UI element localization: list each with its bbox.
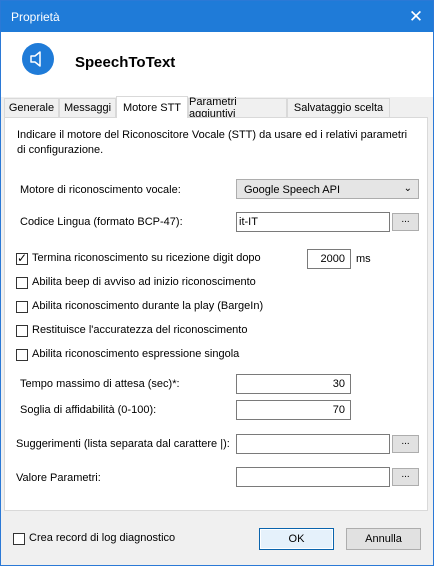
title-bar: Proprietà ✕ <box>1 1 433 32</box>
cancel-button-label: Annulla <box>365 533 402 545</box>
cancel-button[interactable]: Annulla <box>346 528 421 550</box>
single-expression-label: Abilita riconoscimento espressione singo… <box>32 348 240 360</box>
chevron-down-icon: ⌄ <box>403 183 412 194</box>
digit-unit: ms <box>356 253 371 265</box>
threshold-label: Soglia di affidabilità (0-100): <box>20 404 157 416</box>
max-wait-value: 30 <box>332 378 345 390</box>
digit-label: Termina riconoscimento su ricezione digi… <box>32 252 261 264</box>
max-wait-input[interactable]: 30 <box>236 374 351 394</box>
engine-select[interactable]: Google Speech API ⌄ <box>236 179 419 199</box>
max-wait-label: Tempo massimo di attesa (sec)*: <box>20 378 180 390</box>
bargein-label: Abilita riconoscimento durante la play (… <box>32 300 264 312</box>
param-value-label: Valore Parametri: <box>16 472 101 484</box>
suggestions-input[interactable] <box>236 434 390 454</box>
beep-checkbox[interactable] <box>16 277 28 289</box>
beep-label: Abilita beep di avviso ad inizio riconos… <box>32 276 256 288</box>
tab-parametri-aggiuntivi[interactable]: Parametri aggiuntivi <box>188 96 287 120</box>
tab-bar: Generale Messaggi Motore STT Parametri a… <box>4 96 430 120</box>
tab-label: Messaggi <box>63 102 112 114</box>
suggestions-browse-button[interactable]: ... <box>392 435 419 453</box>
threshold-value: 70 <box>332 404 345 416</box>
engine-select-value: Google Speech API <box>244 184 341 196</box>
language-browse-button[interactable]: ... <box>392 213 419 231</box>
tab-generale[interactable]: Generale <box>4 98 59 117</box>
engine-label: Motore di riconoscimento vocale: <box>20 184 181 196</box>
tab-salvataggio-scelta[interactable]: Salvataggio scelta <box>287 98 390 117</box>
language-input[interactable]: it-IT <box>236 212 390 232</box>
digit-checkbox[interactable] <box>16 251 28 265</box>
accuracy-checkbox[interactable] <box>16 325 28 337</box>
suggestions-label: Suggerimenti (lista separata dal caratte… <box>16 438 230 450</box>
tab-label: Generale <box>8 102 55 114</box>
header: SpeechToText <box>1 32 433 97</box>
tab-messaggi[interactable]: Messaggi <box>59 98 116 117</box>
threshold-input[interactable]: 70 <box>236 400 351 420</box>
digit-timeout-input[interactable]: 2000 <box>307 249 351 269</box>
log-label: Crea record di log diagnostico <box>29 532 176 544</box>
digit-timeout-value: 2000 <box>320 253 345 265</box>
log-checkbox[interactable] <box>13 533 25 545</box>
single-expression-checkbox[interactable] <box>16 349 28 361</box>
tab-label: Salvataggio scelta <box>293 102 384 114</box>
param-value-browse-button[interactable]: ... <box>392 468 419 486</box>
close-icon[interactable]: ✕ <box>399 1 433 32</box>
param-value-input[interactable] <box>236 467 390 487</box>
language-label: Codice Lingua (formato BCP-47): <box>20 216 183 228</box>
window-title: Proprietà <box>11 10 60 24</box>
accuracy-label: Restituisce l'accuratezza del riconoscim… <box>32 324 248 336</box>
app-name: SpeechToText <box>75 54 176 71</box>
properties-window: Proprietà ✕ SpeechToText Generale Messag… <box>0 0 434 566</box>
tab-panel-motore-stt: Indicare il motore del Riconoscitore Voc… <box>4 117 428 511</box>
speaker-icon <box>22 43 54 75</box>
tab-motore-stt[interactable]: Motore STT <box>116 96 188 118</box>
dialog-footer: Crea record di log diagnostico OK Annull… <box>1 511 433 565</box>
ok-button[interactable]: OK <box>259 528 334 550</box>
ok-button-label: OK <box>288 533 305 545</box>
bargein-checkbox[interactable] <box>16 301 28 313</box>
tab-label: Motore STT <box>122 101 182 114</box>
description-text: Indicare il motore del Riconoscitore Voc… <box>17 129 408 156</box>
language-input-value: it-IT <box>239 216 258 228</box>
